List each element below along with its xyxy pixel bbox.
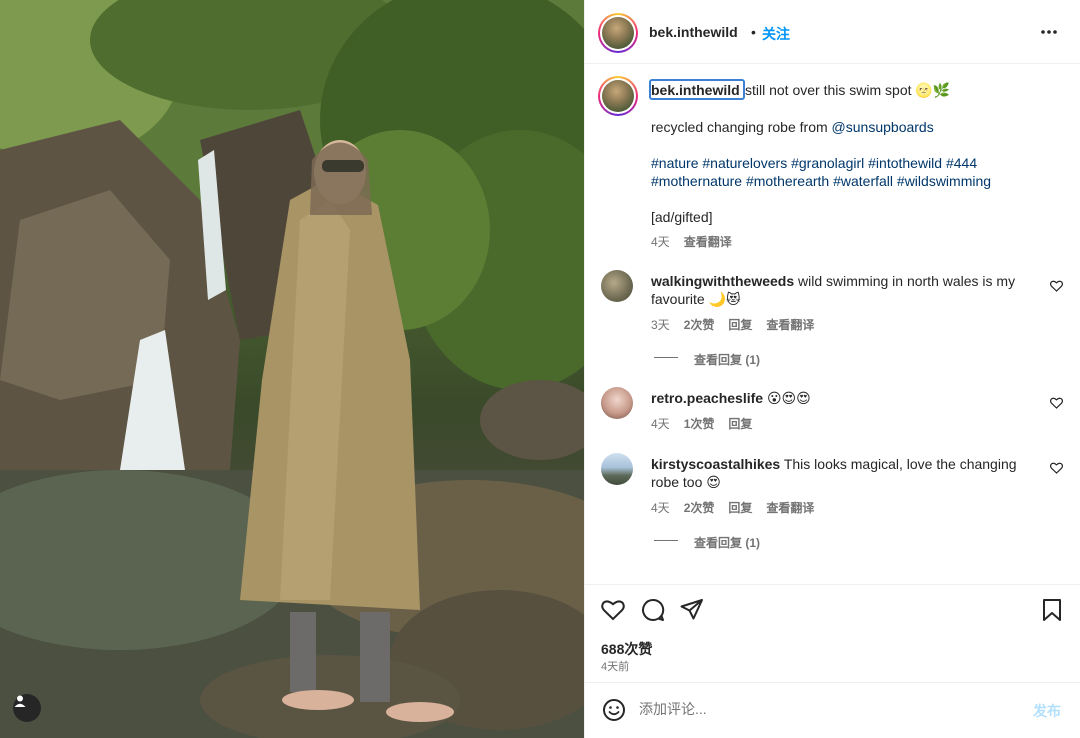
post-comment-button[interactable]: 发布 bbox=[1033, 701, 1061, 721]
share-icon[interactable] bbox=[679, 597, 705, 623]
comment-time[interactable]: 3天 bbox=[651, 318, 670, 332]
comment-username[interactable]: kirstyscoastalhikes bbox=[651, 456, 780, 472]
comment-meta: 3天 2次赞 回复 查看翻译 bbox=[651, 316, 828, 333]
comment-like-heart-icon[interactable] bbox=[1050, 280, 1063, 292]
caption-hashtags-1[interactable]: #nature #naturelovers #granolagirl #into… bbox=[651, 154, 977, 172]
likes-count[interactable]: 688次赞 bbox=[601, 639, 652, 659]
comment-meta: 4天 2次赞 回复 查看翻译 bbox=[651, 499, 828, 516]
post-header: bek.inthewild • 关注 bbox=[585, 0, 1080, 64]
comment-time[interactable]: 4天 bbox=[651, 417, 670, 431]
comment-avatar[interactable] bbox=[601, 270, 633, 302]
comment-username[interactable]: walkingwiththeweeds bbox=[651, 273, 794, 289]
view-replies-button[interactable]: 查看回复 (1) bbox=[694, 534, 760, 551]
comment-username[interactable]: retro.peacheslife bbox=[651, 390, 763, 406]
post-detail-panel: bek.inthewild • 关注 bek.inthewild still n… bbox=[584, 0, 1080, 738]
heart-icon[interactable] bbox=[600, 597, 626, 623]
photo-scene bbox=[0, 0, 584, 738]
comment-text-cont: favourite 🌙😻 bbox=[651, 291, 741, 307]
user-tag-button[interactable] bbox=[13, 694, 41, 722]
view-replies-button[interactable]: 查看回复 (1) bbox=[694, 351, 760, 368]
bookmark-icon[interactable] bbox=[1039, 597, 1065, 623]
author-avatar[interactable] bbox=[598, 13, 638, 53]
follow-button[interactable]: 关注 bbox=[762, 24, 790, 44]
comment-text-cont: robe too 😍 bbox=[651, 474, 721, 490]
user-tag-icon bbox=[14, 695, 26, 707]
comment-text: 😮😍😍 bbox=[766, 390, 811, 406]
comment-reply[interactable]: 回复 bbox=[728, 318, 752, 332]
comment-text: This looks magical, love the changing bbox=[783, 456, 1017, 472]
comment-icon[interactable] bbox=[640, 597, 666, 623]
comment-translate[interactable]: 查看翻译 bbox=[766, 318, 814, 332]
comment-likes[interactable]: 1次赞 bbox=[684, 417, 715, 431]
caption-username[interactable]: bek.inthewild bbox=[651, 81, 740, 99]
separator-dot: • bbox=[751, 24, 756, 40]
caption-mention-link[interactable]: @sunsupboards bbox=[832, 119, 934, 135]
comment-input[interactable] bbox=[639, 695, 1009, 723]
post-date: 4天前 bbox=[601, 661, 630, 673]
caption-line2: recycled changing robe from @sunsupboard… bbox=[651, 118, 934, 136]
post-actions: 688次赞 4天前 bbox=[585, 584, 1080, 680]
comment-translate[interactable]: 查看翻译 bbox=[766, 501, 814, 515]
comment-line: kirstyscoastalhikes This looks magical, … bbox=[651, 455, 1017, 473]
add-comment-bar: 发布 bbox=[585, 682, 1080, 738]
comment-likes[interactable]: 2次赞 bbox=[684, 501, 715, 515]
reply-divider bbox=[654, 540, 678, 541]
comment-avatar[interactable] bbox=[601, 453, 633, 485]
caption-ad-label: [ad/gifted] bbox=[651, 209, 713, 225]
caption-avatar[interactable] bbox=[598, 76, 638, 116]
comment-like-heart-icon[interactable] bbox=[1050, 462, 1063, 474]
caption-translate[interactable]: 查看翻译 bbox=[684, 235, 732, 249]
caption-line1: still not over this swim spot 🌝🌿 bbox=[745, 82, 951, 98]
comment-line: retro.peacheslife 😮😍😍 bbox=[651, 389, 811, 407]
comments-list[interactable]: bek.inthewild still not over this swim s… bbox=[585, 65, 1080, 583]
emoji-icon[interactable] bbox=[601, 697, 627, 723]
comment-like-heart-icon[interactable] bbox=[1050, 397, 1063, 409]
reply-divider bbox=[654, 357, 678, 358]
comment-line: walkingwiththeweeds wild swimming in nor… bbox=[651, 272, 1015, 290]
caption-line2-prefix: recycled changing robe from bbox=[651, 119, 832, 135]
comment-avatar[interactable] bbox=[601, 387, 633, 419]
comment-time[interactable]: 4天 bbox=[651, 501, 670, 515]
comment-meta: 4天 1次赞 回复 bbox=[651, 415, 766, 432]
author-username[interactable]: bek.inthewild bbox=[649, 24, 738, 40]
more-horizontal-icon[interactable] bbox=[1037, 22, 1061, 42]
comment-likes[interactable]: 2次赞 bbox=[684, 318, 715, 332]
caption-time[interactable]: 4天 bbox=[651, 235, 670, 249]
caption-meta: 4天 查看翻译 bbox=[651, 233, 746, 250]
comment-text: wild swimming in north wales is my bbox=[798, 273, 1016, 289]
post-photo[interactable] bbox=[0, 0, 584, 738]
comment-reply[interactable]: 回复 bbox=[728, 417, 752, 431]
comment-reply[interactable]: 回复 bbox=[728, 501, 752, 515]
caption-hashtags-2[interactable]: #mothernature #motherearth #waterfall #w… bbox=[651, 172, 991, 190]
